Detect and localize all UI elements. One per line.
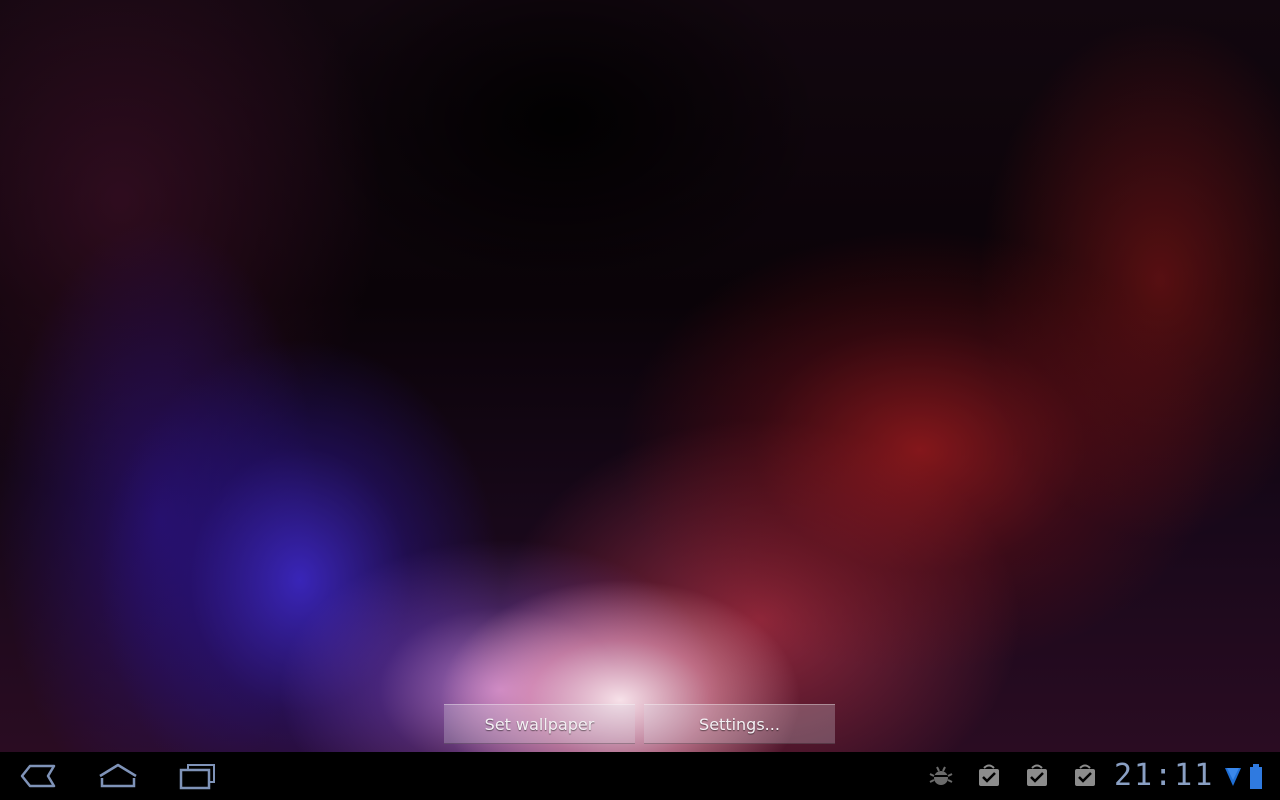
download-complete-icon[interactable] (977, 764, 1001, 792)
set-wallpaper-button[interactable]: Set wallpaper (444, 704, 635, 744)
system-bar: 21:11 (0, 752, 1280, 800)
home-icon[interactable] (96, 762, 140, 790)
wallpaper-action-bar: Set wallpaper Settings... (444, 704, 835, 744)
recent-apps-icon[interactable] (178, 762, 218, 790)
download-complete-icon[interactable] (1073, 764, 1097, 792)
settings-button[interactable]: Settings... (644, 704, 835, 744)
status-clock[interactable]: 21:11 (1114, 758, 1214, 794)
wifi-icon[interactable] (1224, 766, 1242, 792)
back-icon[interactable] (18, 762, 58, 790)
download-complete-icon[interactable] (1025, 764, 1049, 792)
debug-icon[interactable] (928, 764, 954, 792)
live-wallpaper-preview (0, 0, 1280, 752)
battery-icon[interactable] (1249, 764, 1263, 794)
screen: Set wallpaper Settings... 21:11 (0, 0, 1280, 800)
